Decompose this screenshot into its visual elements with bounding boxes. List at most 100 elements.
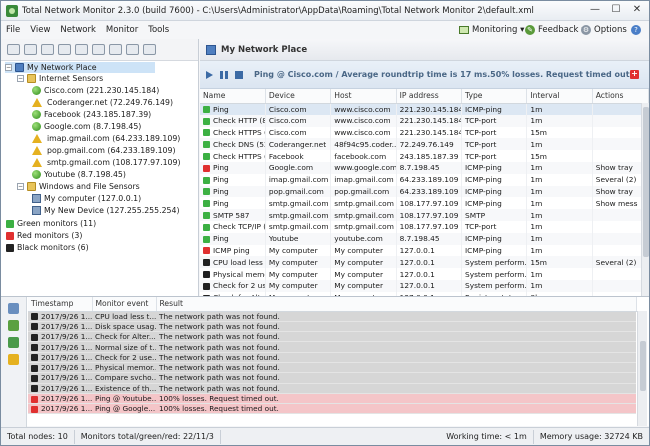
cell-text: Check for 2 use... bbox=[95, 352, 156, 362]
tree-item[interactable]: Youtube (8.7.198.45) bbox=[32, 169, 126, 180]
menu-tools[interactable]: Tools bbox=[143, 25, 174, 35]
add-device-icon[interactable] bbox=[7, 44, 20, 55]
menu-view[interactable]: View bbox=[25, 25, 55, 35]
table-row[interactable]: Ping Google.com www.google.com 8.7.198.45 IC… bbox=[200, 161, 650, 174]
add-monitor-button[interactable]: + bbox=[630, 70, 639, 79]
log-row[interactable]: 2017/9/26 1... Check for Alter... The netw… bbox=[28, 331, 636, 343]
filter-green[interactable]: Green monitors (11) bbox=[6, 218, 96, 229]
collapse-icon[interactable]: − bbox=[17, 75, 24, 82]
table-row[interactable]: Check DNS (53) Coderanger.net 48f94c95.cod… bbox=[200, 138, 650, 151]
ip-tools-icon[interactable] bbox=[143, 44, 156, 55]
filter-black[interactable]: Black monitors (6) bbox=[6, 242, 89, 253]
table-row[interactable]: Ping Cisco.com www.cisco.com 221.230.145.18… bbox=[200, 103, 650, 115]
feedback-menu[interactable]: ✎ Feedback ▾ bbox=[525, 21, 585, 39]
tree-item[interactable]: My New Device (127.255.255.254) bbox=[32, 205, 180, 216]
col-ip[interactable]: IP address bbox=[396, 89, 463, 104]
cell-text: 1m bbox=[530, 163, 543, 173]
col-monitor-event[interactable]: Monitor event bbox=[92, 297, 157, 312]
tree-item[interactable]: Coderanger.net (72.249.76.149) bbox=[32, 97, 173, 108]
monitors-scrollbar[interactable] bbox=[641, 103, 649, 296]
cell-name: CPU load less t... bbox=[200, 256, 266, 269]
tree-item[interactable]: My computer (127.0.0.1) bbox=[32, 193, 141, 204]
tree-item[interactable]: Google.com (8.7.198.45) bbox=[32, 121, 141, 132]
log-row[interactable]: 2017/9/26 1... Compare svcho... The networ… bbox=[28, 372, 636, 384]
log-scrollbar[interactable] bbox=[637, 311, 647, 426]
play-icon[interactable] bbox=[206, 70, 213, 79]
table-row[interactable]: CPU load less t... My computer My computer… bbox=[200, 256, 650, 269]
col-device[interactable]: Device bbox=[265, 89, 332, 104]
options-menu[interactable]: ⚙ Options bbox=[581, 21, 627, 39]
log-row[interactable]: 2017/9/26 1... Existence of th... The netw… bbox=[28, 383, 636, 394]
filter-red[interactable]: Red monitors (3) bbox=[6, 230, 82, 241]
col-name[interactable]: Name bbox=[200, 89, 266, 104]
col-result[interactable]: Result bbox=[156, 297, 637, 312]
cell-text: Ping bbox=[213, 175, 229, 185]
col-host[interactable]: Host bbox=[330, 89, 397, 104]
tree-item[interactable]: Cisco.com (221.230.145.184) bbox=[32, 85, 159, 96]
log-row[interactable]: 2017/9/26 1... Disk space usag... The netw… bbox=[28, 321, 636, 333]
monitoring-menu[interactable]: Monitoring ▾ bbox=[459, 21, 524, 39]
scroll-thumb[interactable] bbox=[640, 341, 646, 391]
table-row[interactable]: ICMP ping My computer My computer 127.0.0.1… bbox=[200, 244, 650, 257]
table-row[interactable]: Check HTTPS (4... Cisco.com www.cisco.com 2… bbox=[200, 126, 650, 139]
menu-file[interactable]: File bbox=[1, 25, 25, 35]
log-view-icon[interactable] bbox=[8, 303, 19, 314]
collapse-icon[interactable]: − bbox=[5, 64, 12, 71]
cell-name: Ping bbox=[200, 161, 266, 174]
close-button[interactable]: ✕ bbox=[628, 3, 646, 17]
log-row[interactable]: 2017/9/26 1... Check for 2 use... The netw… bbox=[28, 352, 636, 363]
scroll-thumb[interactable] bbox=[643, 107, 649, 257]
log-green-icon[interactable] bbox=[8, 320, 19, 331]
pause-icon[interactable] bbox=[220, 70, 228, 79]
cell-text: 221.230.145.184 bbox=[399, 116, 462, 126]
tree-item[interactable]: imap.gmail.com (64.233.189.109) bbox=[32, 133, 180, 144]
status-square-icon bbox=[31, 313, 38, 321]
table-row[interactable]: Check TCP/IP (25) smtp.gmail.com smtp.gmai… bbox=[200, 220, 650, 233]
cell-text: My computer bbox=[268, 269, 318, 279]
maximize-button[interactable]: ☐ bbox=[607, 3, 625, 17]
table-row[interactable]: Ping Youtube youtube.com 8.7.198.45 ICMP-pin… bbox=[200, 232, 650, 245]
add-folder-icon[interactable] bbox=[24, 44, 37, 55]
log-row[interactable]: 2017/9/26 1... CPU load less t... The netw… bbox=[28, 311, 636, 322]
minimize-button[interactable]: — bbox=[586, 3, 604, 17]
log-warning-icon[interactable] bbox=[8, 354, 19, 365]
tree-item[interactable]: pop.gmail.com (64.233.189.109) bbox=[32, 145, 176, 156]
move-up-icon[interactable] bbox=[92, 44, 105, 55]
cell-device: smtp.gmail.com bbox=[265, 197, 332, 210]
tree-item[interactable]: Facebook (243.185.187.39) bbox=[32, 109, 151, 120]
add-monitor-icon[interactable] bbox=[41, 44, 54, 55]
cell-interval: 15m bbox=[526, 256, 593, 269]
tree-folder-windows[interactable]: − Windows and File Sensors bbox=[17, 181, 140, 192]
cell-text: Facebook bbox=[268, 151, 304, 161]
table-row[interactable]: Ping smtp.gmail.com smtp.gmail.com 108.177.… bbox=[200, 197, 650, 210]
table-row[interactable]: Check for 2 use...My computerMy computer… bbox=[200, 279, 650, 292]
log-chart-icon[interactable] bbox=[8, 337, 19, 348]
log-row[interactable]: 2017/9/26 1... Ping @ Google... 100% losse… bbox=[28, 403, 636, 415]
tree-root[interactable]: − My Network Place bbox=[5, 62, 155, 73]
sort-icon[interactable] bbox=[126, 44, 139, 55]
col-interval[interactable]: Interval bbox=[526, 89, 593, 104]
collapse-icon[interactable]: − bbox=[17, 183, 24, 190]
table-row[interactable]: Ping pop.gmail.com pop.gmail.com 64.233.189… bbox=[200, 185, 650, 198]
delete-icon[interactable] bbox=[58, 44, 71, 55]
help-button[interactable]: ? bbox=[631, 21, 644, 39]
col-actions[interactable]: Actions bbox=[592, 89, 650, 104]
tree-item[interactable]: smtp.gmail.com (108.177.97.109) bbox=[32, 157, 181, 168]
table-row[interactable]: Check HTTPS (4... Facebook facebook.com 243… bbox=[200, 150, 650, 162]
menu-network[interactable]: Network bbox=[55, 25, 101, 35]
log-row[interactable]: 2017/9/26 1... Normal size of t... The net… bbox=[28, 341, 636, 353]
cell-device: Cisco.com bbox=[265, 126, 332, 139]
menu-monitor[interactable]: Monitor bbox=[101, 25, 143, 35]
table-row[interactable]: SMTP 587 smtp.gmail.com smtp.gmail.com 108.… bbox=[200, 209, 650, 221]
table-row[interactable]: Check HTTP (80)Cisco.com www.cisco.com 221… bbox=[200, 114, 650, 127]
col-timestamp[interactable]: Timestamp bbox=[28, 297, 93, 312]
scan-network-icon[interactable] bbox=[75, 44, 88, 55]
table-row[interactable]: Physical memor...My computerMy computer1… bbox=[200, 268, 650, 280]
col-type[interactable]: Type bbox=[461, 89, 528, 104]
log-row[interactable]: 2017/9/26 1... Ping @ Youtube... 100% loss… bbox=[28, 393, 636, 405]
table-row[interactable]: Ping imap.gmail.com imap.gmail.com 64.233.1… bbox=[200, 173, 650, 186]
stop-icon[interactable] bbox=[235, 70, 243, 79]
tree-folder-internet[interactable]: − Internet Sensors bbox=[17, 73, 103, 84]
move-down-icon[interactable] bbox=[109, 44, 122, 55]
log-row[interactable]: 2017/9/26 1... Physical memor... The netwo… bbox=[28, 362, 636, 374]
